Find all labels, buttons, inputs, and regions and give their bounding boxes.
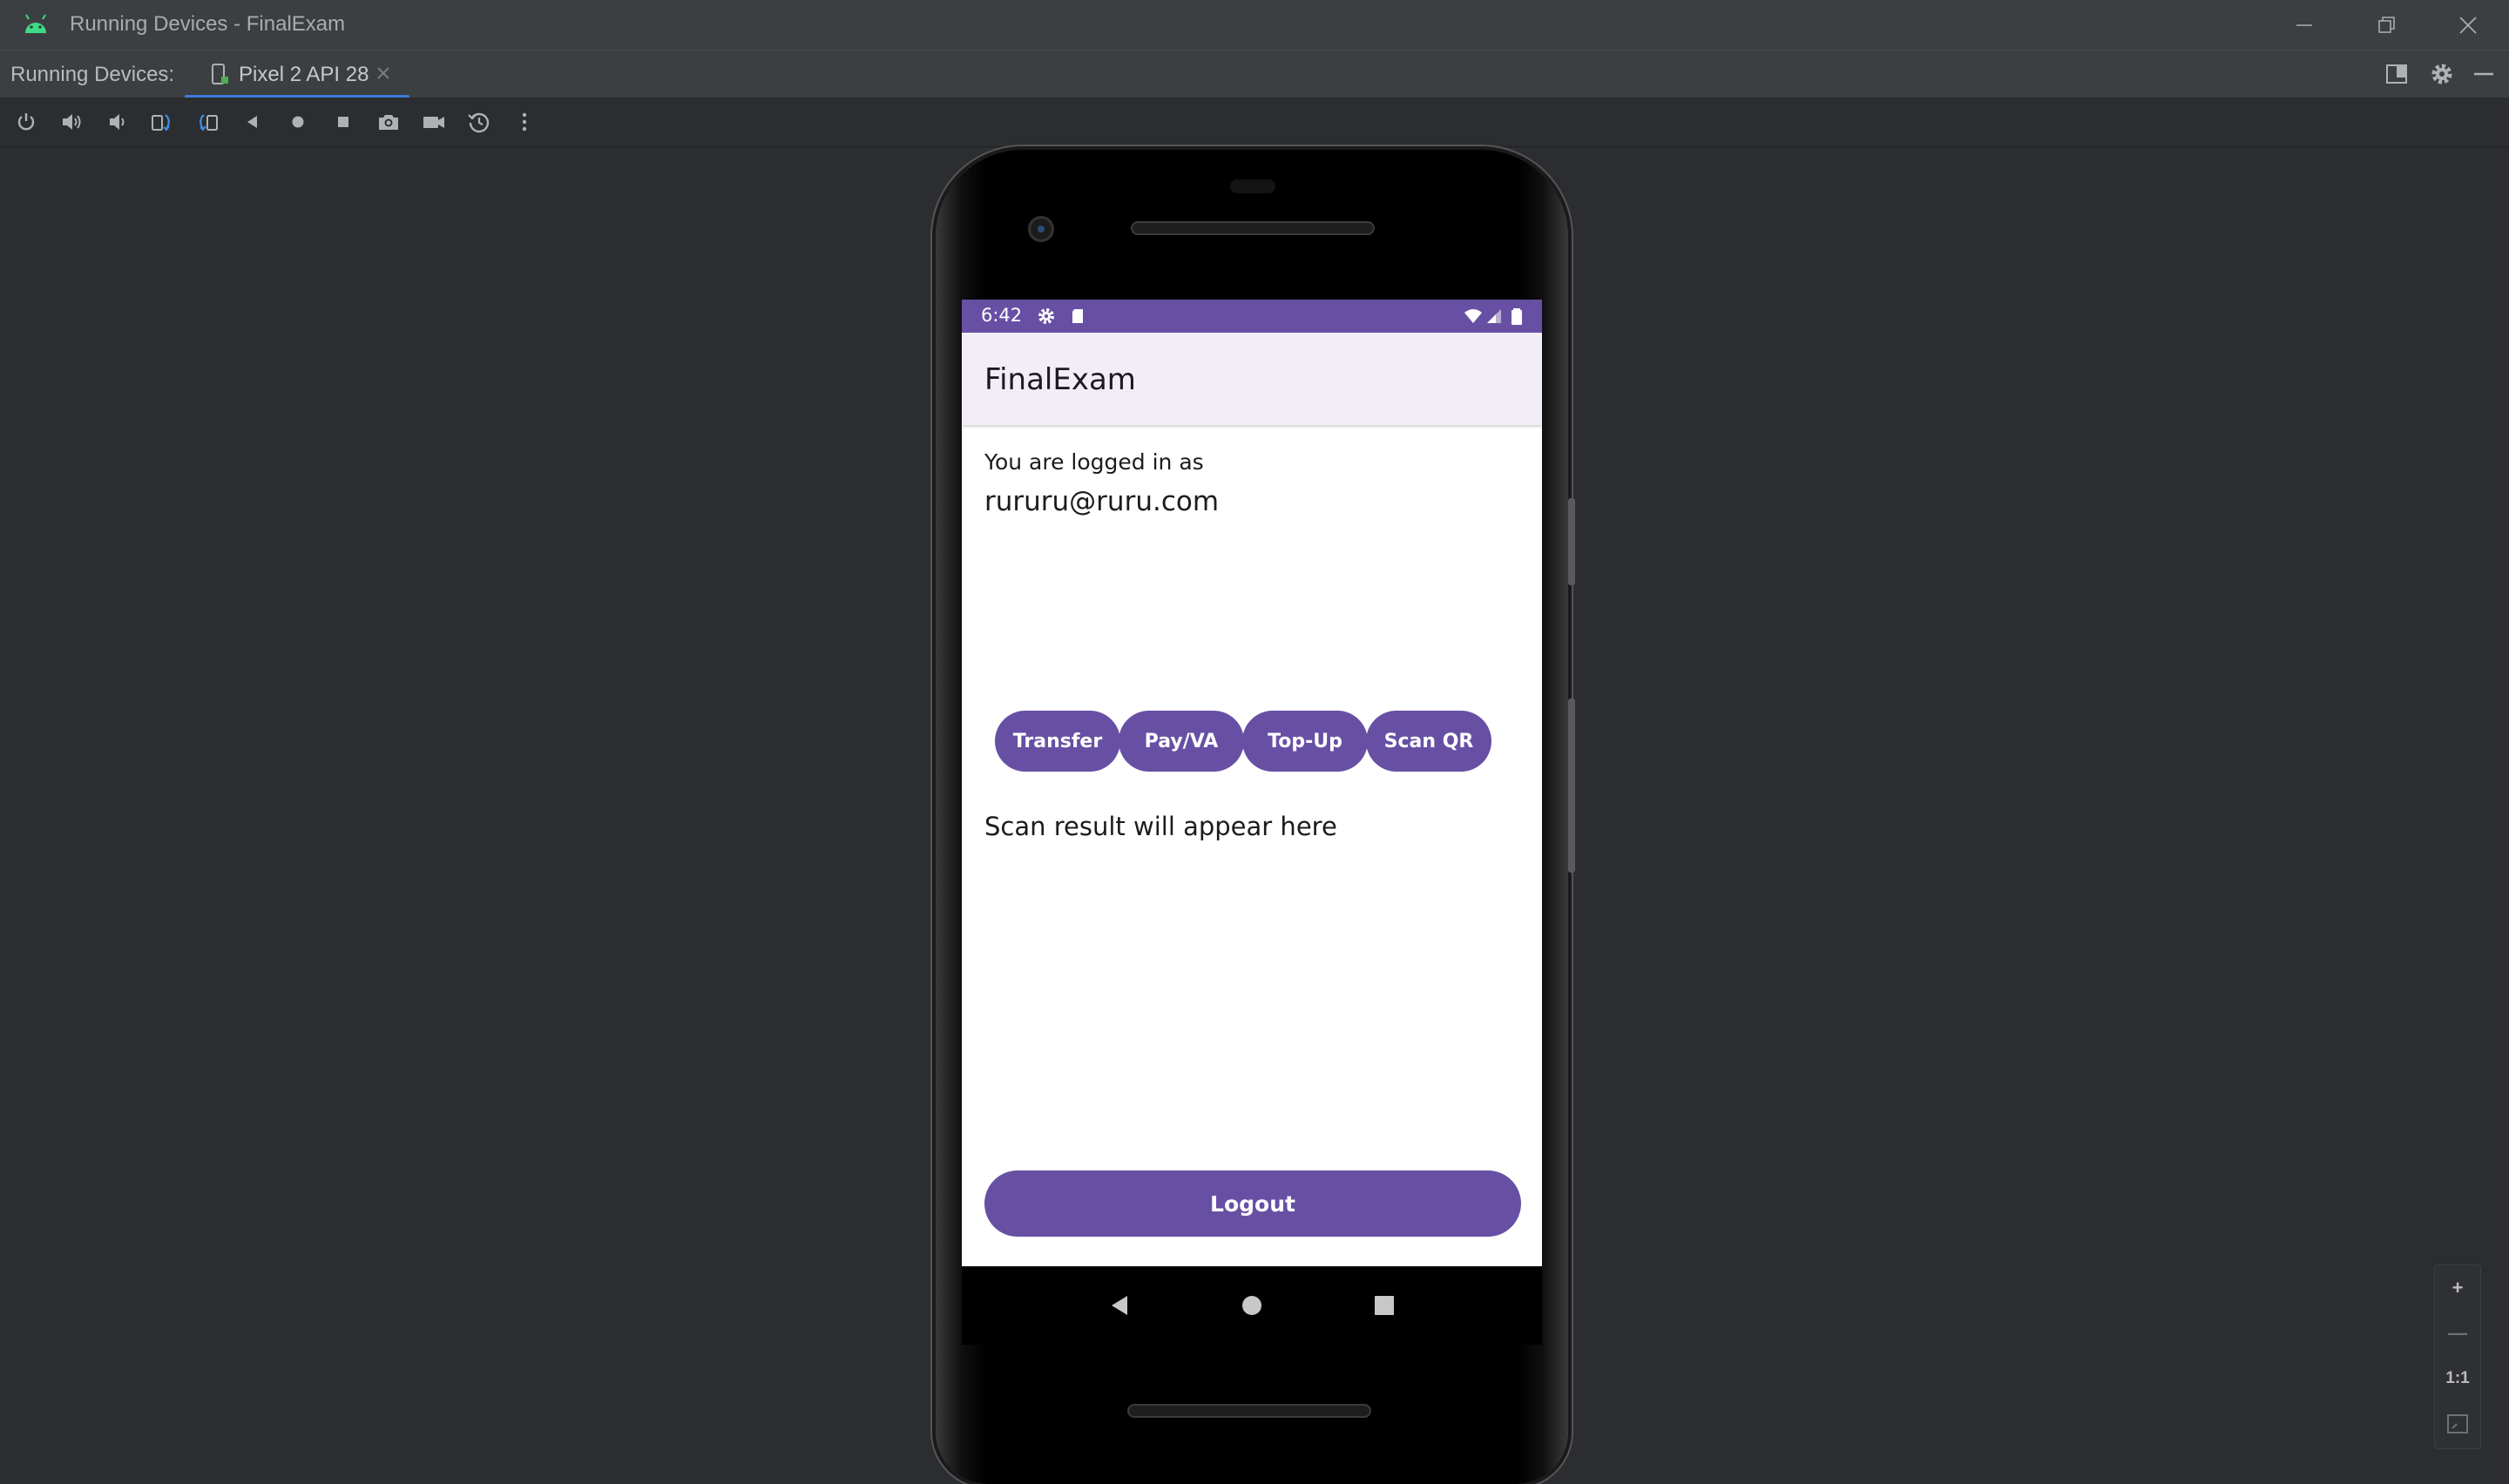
minimize-button[interactable] xyxy=(2265,0,2343,50)
device-toolbar xyxy=(0,98,2509,147)
wifi-icon xyxy=(1464,309,1482,323)
user-email: rururu@ruru.com xyxy=(984,486,1220,517)
sd-card-icon xyxy=(1072,309,1083,323)
pay-va-button[interactable]: Pay/VA xyxy=(1119,711,1244,772)
phone-screen: 6:42 FinalExam You are logged in as ruru… xyxy=(962,300,1542,1266)
zoom-actual-size-button[interactable]: 1:1 xyxy=(2435,1356,2480,1401)
home-button[interactable] xyxy=(284,108,312,136)
screenshot-button[interactable] xyxy=(375,108,402,136)
back-icon xyxy=(247,116,257,128)
bottom-speaker xyxy=(1127,1404,1371,1418)
android-icon xyxy=(25,14,46,33)
close-icon xyxy=(2459,16,2477,34)
rotate-left-icon xyxy=(152,114,170,132)
scan-result-text: Scan result will appear here xyxy=(984,812,1337,841)
nav-back-button[interactable] xyxy=(1099,1285,1140,1325)
zoom-controls: + — 1:1 xyxy=(2434,1265,2481,1449)
phone-frame: 6:42 FinalExam You are logged in as ruru… xyxy=(936,150,1575,1484)
layout-icon[interactable] xyxy=(2384,61,2410,87)
android-nav-bar xyxy=(962,1266,1542,1345)
nav-overview-button[interactable] xyxy=(1364,1285,1404,1325)
restore-button[interactable] xyxy=(2347,0,2425,50)
logged-in-label: You are logged in as xyxy=(984,449,1204,475)
top-up-button[interactable]: Top-Up xyxy=(1242,711,1368,772)
zoom-out-button[interactable]: — xyxy=(2435,1311,2480,1356)
rotate-right-button[interactable] xyxy=(193,108,221,136)
volume-side-button xyxy=(1568,698,1575,873)
zoom-in-button[interactable]: + xyxy=(2435,1265,2480,1311)
power-button[interactable] xyxy=(12,108,40,136)
scan-qr-button[interactable]: Scan QR xyxy=(1366,711,1491,772)
volume-up-icon xyxy=(63,114,81,130)
earpiece-speaker xyxy=(1131,221,1375,235)
hide-icon[interactable] xyxy=(2471,61,2497,87)
power-side-button xyxy=(1568,498,1575,585)
overview-button[interactable] xyxy=(329,108,357,136)
status-time: 6:42 xyxy=(981,305,1023,326)
back-button[interactable] xyxy=(239,108,267,136)
back-triangle-icon xyxy=(1112,1296,1127,1315)
front-camera xyxy=(1028,216,1054,242)
close-button[interactable] xyxy=(2429,0,2507,50)
more-vert-icon xyxy=(522,112,527,132)
nav-home-button[interactable] xyxy=(1232,1285,1272,1325)
volume-down-icon xyxy=(110,114,125,130)
volume-up-button[interactable] xyxy=(57,108,85,136)
home-icon xyxy=(292,116,304,128)
settings-icon xyxy=(1038,308,1054,324)
more-button[interactable] xyxy=(511,108,538,136)
proximity-sensor xyxy=(1230,179,1275,193)
rotate-left-button[interactable] xyxy=(148,108,176,136)
camera-icon xyxy=(379,115,398,130)
tab-pixel-2-api-28[interactable]: Pixel 2 API 28 xyxy=(185,51,409,98)
running-devices-label: Running Devices: xyxy=(10,63,175,86)
rotate-right-icon xyxy=(200,114,218,132)
window-title: Running Devices - FinalExam xyxy=(70,12,346,36)
transfer-button[interactable]: Transfer xyxy=(995,711,1120,772)
overview-square-icon xyxy=(1375,1296,1394,1315)
logout-button[interactable]: Logout xyxy=(984,1170,1521,1237)
gear-icon[interactable] xyxy=(2429,61,2455,87)
home-circle-icon xyxy=(1242,1296,1261,1315)
title-bar: Running Devices - FinalExam xyxy=(0,0,2509,50)
signal-icon xyxy=(1487,309,1501,323)
volume-down-button[interactable] xyxy=(103,108,131,136)
app-bar: FinalExam xyxy=(962,333,1542,425)
minimize-icon xyxy=(2296,24,2312,26)
close-tab-icon[interactable] xyxy=(375,64,392,82)
reset-rotation-button[interactable] xyxy=(465,108,493,136)
device-tab-label: Pixel 2 API 28 xyxy=(239,63,369,86)
status-bar: 6:42 xyxy=(962,300,1542,333)
restore-icon xyxy=(2378,16,2395,33)
battery-icon xyxy=(1511,308,1522,325)
history-icon xyxy=(468,112,490,133)
fit-screen-icon xyxy=(2447,1414,2468,1433)
overview-icon xyxy=(338,117,348,127)
screen-record-button[interactable] xyxy=(420,108,448,136)
running-devices-tabbar: Running Devices: Pixel 2 API 28 xyxy=(0,50,2509,99)
video-camera-icon xyxy=(423,117,444,128)
app-title: FinalExam xyxy=(984,362,1136,397)
power-icon xyxy=(17,113,35,131)
zoom-fit-button[interactable] xyxy=(2435,1401,2480,1447)
phone-icon xyxy=(212,64,228,84)
